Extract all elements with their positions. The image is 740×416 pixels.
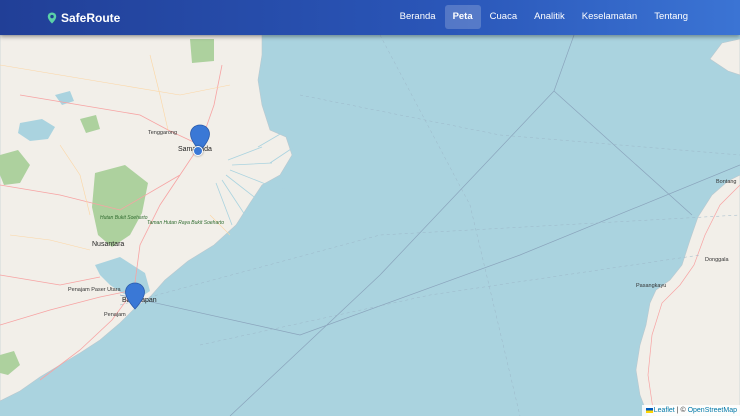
current-location-dot[interactable] bbox=[193, 146, 203, 156]
nav-analitik[interactable]: Analitik bbox=[526, 5, 573, 29]
leaflet-link[interactable]: Leaflet bbox=[654, 407, 675, 414]
label-pasangkayu: Pasangkayu bbox=[636, 283, 666, 289]
nav-peta[interactable]: Peta bbox=[444, 5, 481, 29]
label-penajam-paser-utara: Penajam Paser Utara bbox=[68, 287, 122, 293]
map-pin-icon bbox=[47, 12, 57, 23]
brand-name: SafeRoute bbox=[61, 10, 121, 25]
map-marker-icon bbox=[125, 282, 145, 310]
map-view[interactable]: Tenggarong Samarinda Hutan Bukit Soehart… bbox=[0, 35, 740, 416]
label-taman-hutan-raya: Taman Hutan Raya Bukit Soeharto bbox=[147, 220, 224, 226]
attribution-separator: | © bbox=[674, 407, 688, 414]
label-bontang: Bontang bbox=[716, 179, 737, 185]
location-marker-balikpapan[interactable] bbox=[124, 282, 146, 310]
forest bbox=[190, 39, 214, 63]
nav-tentang[interactable]: Tentang bbox=[646, 5, 696, 29]
map-attribution: Leaflet | © OpenStreetMap bbox=[641, 405, 740, 416]
label-hutan-bukit-soeharto: Hutan Bukit Soeharto bbox=[100, 215, 148, 221]
nav-cuaca[interactable]: Cuaca bbox=[482, 5, 525, 29]
navbar: SafeRoute Beranda Peta Cuaca Analitik Ke… bbox=[0, 0, 740, 35]
label-penajam: Penajam bbox=[104, 312, 126, 318]
osm-link[interactable]: OpenStreetMap bbox=[688, 407, 737, 414]
label-donggala: Donggala bbox=[705, 257, 729, 263]
map-tiles[interactable]: Tenggarong Samarinda Hutan Bukit Soehart… bbox=[0, 35, 740, 416]
main-nav: Beranda Peta Cuaca Analitik Keselamatan … bbox=[391, 5, 696, 29]
label-tenggarong: Tenggarong bbox=[148, 130, 177, 136]
label-nusantara: Nusantara bbox=[92, 241, 124, 248]
nav-keselamatan[interactable]: Keselamatan bbox=[574, 5, 645, 29]
brand-logo[interactable]: SafeRoute bbox=[47, 8, 120, 27]
ukraine-flag-icon bbox=[645, 408, 653, 413]
nav-beranda[interactable]: Beranda bbox=[392, 5, 444, 29]
